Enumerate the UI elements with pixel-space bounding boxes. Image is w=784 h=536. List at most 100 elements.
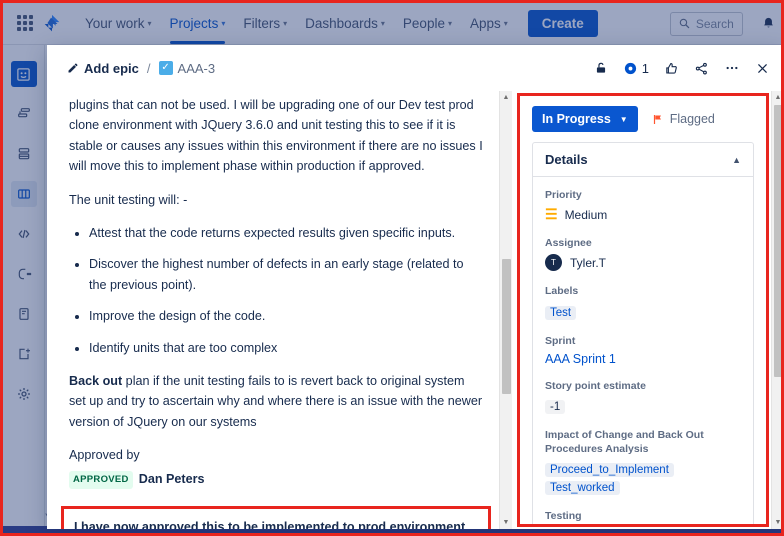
nav-icon-group: ? [761, 16, 781, 32]
top-navigation-bar: Your work ▾ Projects ▾ Filters ▾ Dashboa… [3, 3, 781, 45]
field-value[interactable]: ☰ Medium [545, 206, 741, 223]
watchers-button[interactable]: 1 [623, 61, 649, 76]
thumbs-up-icon[interactable] [664, 61, 679, 76]
field-story-point-estimate: Story point estimate -1 [545, 379, 741, 415]
board-icon [17, 189, 30, 199]
sidebar-item-board[interactable] [10, 181, 37, 207]
label-tag[interactable]: Test [545, 305, 577, 320]
scroll-down-arrow-icon[interactable]: ▼ [772, 516, 781, 529]
details-card-header[interactable]: Details ▲ [533, 143, 753, 177]
field-label: Testing [545, 510, 582, 523]
description-paragraph-1: plugins that can not be used. I will be … [69, 98, 483, 174]
modal-body: plugins that can not be used. I will be … [47, 91, 781, 529]
scroll-up-arrow-icon[interactable]: ▲ [772, 91, 781, 104]
chevron-up-icon[interactable]: ▲ [732, 155, 741, 165]
scroll-up-arrow-icon[interactable]: ▲ [500, 91, 512, 104]
breadcrumb: Add epic / ✓ AAA-3 [67, 61, 215, 76]
field-priority: Priority ☰ Medium [545, 188, 741, 223]
code-icon [18, 229, 29, 239]
jira-logo-icon[interactable] [41, 13, 63, 35]
flagged-toggle[interactable]: Flagged [652, 112, 715, 126]
project-sidebar [3, 45, 45, 533]
field-value[interactable]: T Tyler.T [545, 254, 741, 272]
status-row: In Progress ▼ Flagged [532, 106, 754, 132]
flag-icon [653, 114, 661, 124]
chevron-down-icon: ▼ [619, 114, 628, 124]
list-item: Attest that the code returns expected re… [89, 223, 484, 243]
share-icon[interactable] [694, 61, 709, 76]
approved-by-label: Approved by [69, 448, 140, 463]
close-icon[interactable] [755, 61, 770, 76]
scroll-down-arrow-icon[interactable]: ▼ [500, 516, 512, 529]
app-switcher-icon[interactable] [17, 14, 33, 33]
issue-key-link[interactable]: ✓ AAA-3 [158, 60, 216, 76]
field-label: Impact of Change and Back Out Procedures… [545, 428, 704, 456]
back-out-paragraph: Back out plan if the unit testing fails … [69, 371, 484, 432]
list-item: Discover the highest number of defects i… [89, 254, 484, 295]
watch-count: 1 [641, 60, 649, 76]
description-scrollbar[interactable]: ▲ ▼ [499, 91, 512, 529]
roadmap-icon [17, 108, 30, 118]
sidebar-item-deployments[interactable] [11, 261, 37, 287]
sidebar-item-code[interactable] [11, 221, 37, 247]
pencil-icon [68, 63, 78, 73]
breadcrumb-separator: / [146, 60, 151, 76]
status-badge: APPROVED [69, 471, 133, 489]
field-label: Story point estimate [545, 379, 646, 392]
field-value[interactable]: Proceed_to_Implement Test_worked [545, 460, 741, 496]
nav-item-people[interactable]: People ▾ [395, 5, 460, 42]
nav-item-filters[interactable]: Filters ▾ [235, 5, 295, 42]
sidebar-item-project-settings[interactable] [11, 381, 37, 407]
nav-item-apps[interactable]: Apps ▾ [462, 5, 516, 42]
field-label: Assignee [545, 237, 592, 250]
details-title: Details [545, 152, 588, 167]
nav-label: Your work [85, 16, 145, 31]
deployments-icon [18, 268, 31, 280]
nav-label: Filters [243, 16, 281, 31]
flagged-label: Flagged [669, 112, 715, 126]
notifications-bell-icon[interactable] [761, 16, 776, 31]
field-value[interactable]: Test [545, 303, 741, 321]
add-epic-button[interactable]: Add epic [67, 61, 139, 76]
sidebar-item-roadmap[interactable] [11, 101, 37, 127]
nav-item-your-work[interactable]: Your work ▾ [77, 5, 160, 42]
sidebar-item-pages[interactable] [11, 301, 37, 327]
highlighted-comment[interactable]: I have now approved this to be implement… [61, 505, 491, 529]
impact-tag[interactable]: Test_worked [545, 481, 620, 496]
highlighted-comment-body: I have now approved this to be implement… [74, 517, 478, 529]
approved-by-value: APPROVED Dan Peters [69, 469, 484, 489]
create-button[interactable]: Create [527, 10, 598, 37]
nav-item-projects[interactable]: Projects ▾ [162, 5, 234, 44]
scrollbar-thumb[interactable] [502, 259, 511, 394]
comment-text: I have now approved this to be implement… [74, 519, 466, 529]
field-impact-analysis: Impact of Change and Back Out Procedures… [545, 428, 741, 496]
unlock-icon[interactable] [594, 60, 608, 76]
sidebar-item-project[interactable] [10, 61, 37, 87]
story-point-tag[interactable]: -1 [545, 399, 566, 414]
details-scrollbar[interactable]: ▲ ▼ [771, 91, 781, 529]
nav-label: Dashboards [305, 16, 378, 31]
sidebar-item-backlog[interactable] [11, 141, 37, 167]
nav-item-dashboards[interactable]: Dashboards ▾ [297, 5, 393, 42]
nav-label: Apps [469, 16, 501, 31]
priority-medium-icon: ☰ [545, 206, 558, 223]
impact-tag[interactable]: Proceed_to_Implement [545, 463, 674, 478]
chevron-down-icon: ▾ [283, 18, 288, 28]
back-out-rest: plan if the unit testing fails to is rev… [69, 373, 483, 429]
search-input[interactable]: Search [669, 11, 743, 36]
field-labels: Labels Test [545, 284, 741, 320]
list-item: Improve the design of the code. [89, 306, 484, 326]
description-paragraph-2: The unit testing will: - [69, 192, 188, 207]
back-out-lead: Back out [69, 373, 123, 388]
status-dropdown[interactable]: In Progress ▼ [532, 106, 638, 132]
scrollbar-thumb[interactable] [774, 105, 781, 377]
sidebar-item-add-shortcut[interactable] [11, 341, 37, 367]
issue-key-label: AAA-3 [177, 60, 216, 76]
sprint-link[interactable]: AAA Sprint 1 [545, 352, 741, 366]
status-label: In Progress [542, 112, 611, 126]
field-value[interactable]: -1 [545, 397, 741, 415]
search-icon [679, 18, 690, 29]
issue-details-panel: In Progress ▼ Flagged Details ▲ Priority… [517, 93, 769, 527]
more-options-icon[interactable] [724, 60, 740, 76]
details-card: Details ▲ Priority ☰ Medium Assignee T T… [532, 142, 754, 524]
